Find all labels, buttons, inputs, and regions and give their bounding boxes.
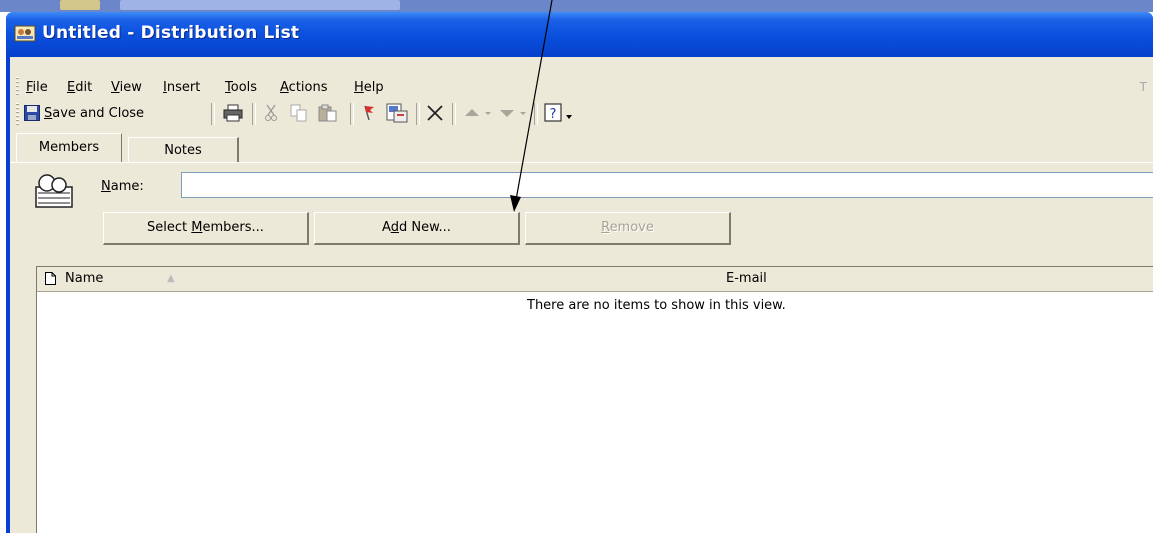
- document-icon: [45, 272, 56, 285]
- toolbar-grip[interactable]: [16, 103, 19, 125]
- menu-view[interactable]: View: [111, 80, 142, 95]
- toolbar-separator: [350, 103, 354, 125]
- down-arrow-icon: [500, 110, 526, 117]
- menu-tools[interactable]: Tools: [225, 80, 257, 95]
- paste-icon: [318, 104, 337, 122]
- svg-text:?: ?: [550, 107, 557, 122]
- save-and-close-button[interactable]: Save and Close: [24, 101, 144, 125]
- cut-icon: [265, 104, 277, 121]
- delete-button[interactable]: [424, 101, 446, 125]
- tab-strip: Members Notes: [10, 133, 1153, 163]
- sort-ascending-icon: ▲: [167, 273, 175, 284]
- help-icon: ?: [544, 103, 572, 122]
- previous-item-button[interactable]: [462, 101, 494, 125]
- name-label: Name:: [101, 179, 144, 194]
- name-input[interactable]: [181, 172, 1153, 198]
- print-icon: [223, 104, 243, 122]
- standard-toolbar: Save and Close ?: [10, 95, 1153, 129]
- distribution-list-window: Untitled - Distribution List File Edit V…: [6, 12, 1153, 533]
- paste-button[interactable]: [316, 101, 340, 125]
- menu-bar: File Edit View Insert Tools Actions Help…: [10, 57, 1153, 95]
- up-arrow-icon: [465, 109, 491, 116]
- toolbar-separator: [416, 103, 420, 125]
- background-icon: [60, 0, 100, 10]
- toolbar-separator: [211, 103, 215, 125]
- select-members-button[interactable]: Select Members...: [103, 212, 309, 245]
- distribution-list-contact-icon: [35, 174, 73, 208]
- list-header: Name ▲ E-mail: [37, 267, 1153, 292]
- toolbar-separator: [452, 103, 456, 125]
- address-book-icon: [386, 103, 408, 123]
- save-icon: [24, 105, 40, 121]
- menu-insert[interactable]: Insert: [163, 80, 200, 95]
- add-new-button[interactable]: Add New...: [314, 212, 520, 245]
- column-name-label: Name: [65, 271, 104, 286]
- remove-button[interactable]: Remove: [525, 212, 731, 245]
- tab-notes[interactable]: Notes: [128, 137, 239, 162]
- flag-icon: [364, 105, 374, 121]
- menu-help[interactable]: Help: [354, 80, 384, 95]
- menu-file[interactable]: File: [26, 80, 48, 95]
- next-item-button[interactable]: [497, 101, 529, 125]
- copy-icon: [290, 104, 307, 122]
- help-button[interactable]: ?: [542, 101, 578, 125]
- title-bar[interactable]: Untitled - Distribution List: [6, 12, 1153, 57]
- tab-baseline: [10, 162, 1153, 163]
- toolbar-separator: [534, 103, 538, 125]
- empty-list-message: There are no items to show in this view.: [527, 298, 786, 313]
- menu-grip[interactable]: [16, 77, 19, 95]
- tab-members[interactable]: Members: [16, 133, 122, 162]
- background-title: [120, 0, 400, 10]
- print-button[interactable]: [220, 101, 246, 125]
- copy-button[interactable]: [288, 101, 310, 125]
- window-client: File Edit View Insert Tools Actions Help…: [10, 57, 1153, 533]
- column-header-name[interactable]: Name ▲: [37, 267, 1153, 290]
- save-and-close-label: Save and Close: [44, 105, 145, 121]
- ask-question-fragment: T: [1139, 80, 1147, 94]
- address-book-button[interactable]: [384, 101, 410, 125]
- members-list[interactable]: Name ▲ E-mail There are no items to show…: [36, 266, 1153, 533]
- follow-up-flag-button[interactable]: [358, 101, 380, 125]
- cut-button[interactable]: [260, 101, 282, 125]
- window-title: Untitled - Distribution List: [42, 23, 300, 43]
- background-window-strip: [0, 0, 1153, 12]
- menu-edit[interactable]: Edit: [67, 80, 92, 95]
- column-email-label[interactable]: E-mail: [726, 271, 767, 286]
- delete-icon: [427, 105, 443, 121]
- menu-actions[interactable]: Actions: [280, 80, 328, 95]
- distribution-list-icon: [14, 25, 36, 42]
- toolbar-separator: [252, 103, 256, 125]
